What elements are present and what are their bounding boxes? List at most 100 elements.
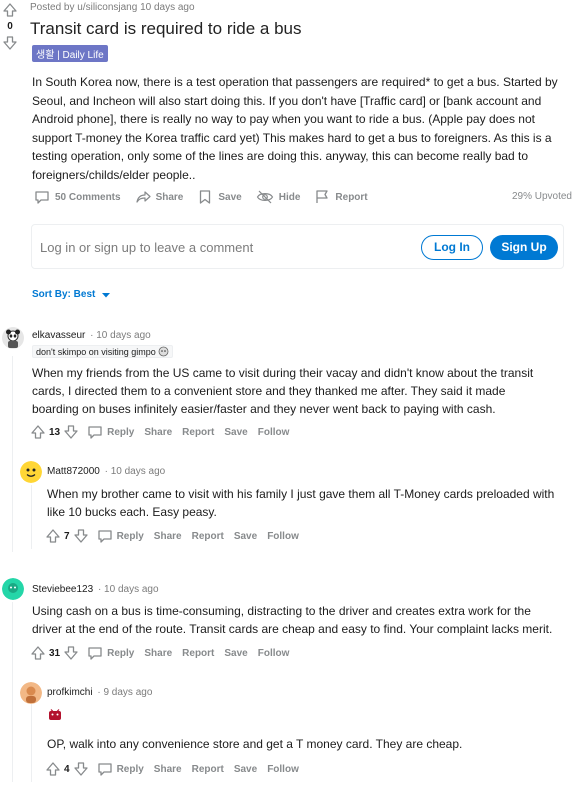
follow-button[interactable]: Follow [267, 531, 299, 542]
report-label: Report [335, 191, 368, 203]
post-flair[interactable]: 생활 | Daily Life [32, 45, 108, 62]
hide-eye-icon [256, 190, 273, 204]
comment-icon [97, 763, 112, 776]
post-vote-count: 0 [7, 21, 13, 32]
comment-author[interactable]: Matt872000 [47, 466, 100, 477]
post-meta: Posted by u/siliconsjang 10 days ago [30, 2, 195, 13]
signup-button[interactable]: Sign Up [490, 235, 558, 260]
save-button[interactable]: Save [234, 531, 257, 542]
upvote-icon[interactable] [30, 645, 46, 661]
avatar[interactable] [20, 682, 42, 704]
downvote-icon[interactable] [73, 761, 89, 777]
thread-line[interactable] [31, 704, 32, 782]
comment-actions: 13 Reply Share Report Save Follow [30, 424, 299, 440]
comment-icon [88, 647, 102, 660]
comment-author[interactable]: elkavasseur [32, 330, 85, 341]
comment-body: OP, walk into any convenience store and … [47, 737, 463, 751]
sort-label: Sort By: Best [32, 288, 96, 300]
hide-button[interactable]: Hide [256, 189, 301, 205]
award-emoji-icon [49, 709, 61, 720]
reply-button[interactable]: Reply [107, 648, 134, 659]
flag-icon [316, 190, 329, 203]
share-button[interactable]: Share [154, 764, 182, 775]
comment-body: When my friends from the US came to visi… [32, 366, 534, 416]
follow-button[interactable]: Follow [258, 427, 290, 438]
comment-author-line: elkavasseur · 10 days ago [32, 330, 151, 341]
post-title[interactable]: Transit card is required to ride a bus [30, 19, 302, 39]
login-prompt-text: Log in or sign up to leave a comment [40, 240, 254, 255]
comment-body: Using cash on a bus is time-consuming, d… [32, 604, 553, 636]
login-prompt-box: Log in or sign up to leave a comment Log… [31, 224, 564, 269]
report-button[interactable]: Report [192, 764, 224, 775]
post-actions: 50 Comments Share Save Hide Report [34, 189, 382, 205]
comment-actions: 7 Reply Share Report Save Follow [45, 528, 309, 544]
post-vote-column: 0 [0, 0, 20, 51]
comment-icon [97, 530, 112, 543]
comment-actions: 31 Reply Share Report Save Follow [30, 645, 299, 661]
sort-dropdown[interactable]: Sort By: Best [32, 288, 113, 300]
avatar[interactable] [2, 578, 24, 600]
downvote-icon[interactable] [63, 645, 79, 661]
thread-line[interactable] [12, 356, 13, 552]
follow-button[interactable]: Follow [258, 648, 290, 659]
comment-author-line: profkimchi · 9 days ago [47, 687, 152, 698]
save-button[interactable]: Save [224, 648, 247, 659]
bookmark-icon [200, 190, 211, 204]
share-icon [135, 191, 151, 203]
comment-vote-count: 13 [49, 426, 61, 438]
comment-icon [88, 426, 102, 439]
downvote-icon[interactable] [63, 424, 79, 440]
share-button[interactable]: Share [154, 531, 182, 542]
comment-time: · 9 days ago [97, 687, 153, 698]
comment-icon [35, 191, 49, 204]
comment-body: When my brother came to visit with his f… [47, 487, 555, 519]
comment-author-line: Steviebee123 · 10 days ago [32, 584, 159, 595]
post-body: In South Korea now, there is a test oper… [32, 75, 558, 182]
save-button[interactable]: Save [234, 764, 257, 775]
comment-vote-count: 7 [64, 530, 70, 542]
share-button[interactable]: Share [144, 648, 172, 659]
report-button[interactable]: Report [182, 648, 214, 659]
comment-actions: 4 Reply Share Report Save Follow [45, 761, 309, 777]
report-button[interactable]: Report [182, 427, 214, 438]
follow-button[interactable]: Follow [267, 764, 299, 775]
comment-author-line: Matt872000 · 10 days ago [47, 466, 165, 477]
thread-line[interactable] [31, 485, 32, 549]
save-button[interactable]: Save [197, 189, 242, 205]
comment-time: · 10 days ago [104, 466, 166, 477]
upvote-icon[interactable] [45, 761, 61, 777]
user-flair: don't skimpo on visiting gimpo [32, 345, 174, 358]
comment-vote-count: 31 [49, 647, 61, 659]
comments-label: 50 Comments [55, 191, 121, 203]
report-button[interactable]: Report [192, 531, 224, 542]
reply-button[interactable]: Reply [117, 531, 144, 542]
avatar[interactable] [2, 327, 24, 349]
avatar[interactable] [20, 461, 42, 483]
hide-label: Hide [278, 191, 301, 203]
reply-button[interactable]: Reply [117, 764, 144, 775]
downvote-icon[interactable] [2, 35, 18, 51]
upvote-icon[interactable] [30, 424, 46, 440]
reply-button[interactable]: Reply [107, 427, 134, 438]
downvote-icon[interactable] [73, 528, 89, 544]
comment-time: · 10 days ago [90, 330, 151, 341]
save-label: Save [218, 191, 242, 203]
comment-author[interactable]: Steviebee123 [32, 584, 93, 595]
emoji-icon [158, 346, 169, 357]
report-button[interactable]: Report [314, 189, 368, 205]
comment-vote-count: 4 [64, 763, 70, 775]
share-button[interactable]: Share [144, 427, 172, 438]
comments-button[interactable]: 50 Comments [34, 189, 121, 205]
save-button[interactable]: Save [224, 427, 247, 438]
share-button[interactable]: Share [135, 189, 184, 205]
upvoted-ratio: 29% Upvoted [511, 191, 572, 202]
comment-author[interactable]: profkimchi [47, 687, 93, 698]
comment-time: · 10 days ago [97, 584, 159, 595]
thread-line[interactable] [12, 602, 13, 782]
caret-down-icon [102, 293, 111, 298]
login-button[interactable]: Log In [421, 235, 483, 260]
user-flair-text: don't skimpo on visiting gimpo [36, 347, 156, 357]
upvote-icon[interactable] [2, 2, 18, 18]
upvote-icon[interactable] [45, 528, 61, 544]
share-label: Share [155, 191, 184, 203]
